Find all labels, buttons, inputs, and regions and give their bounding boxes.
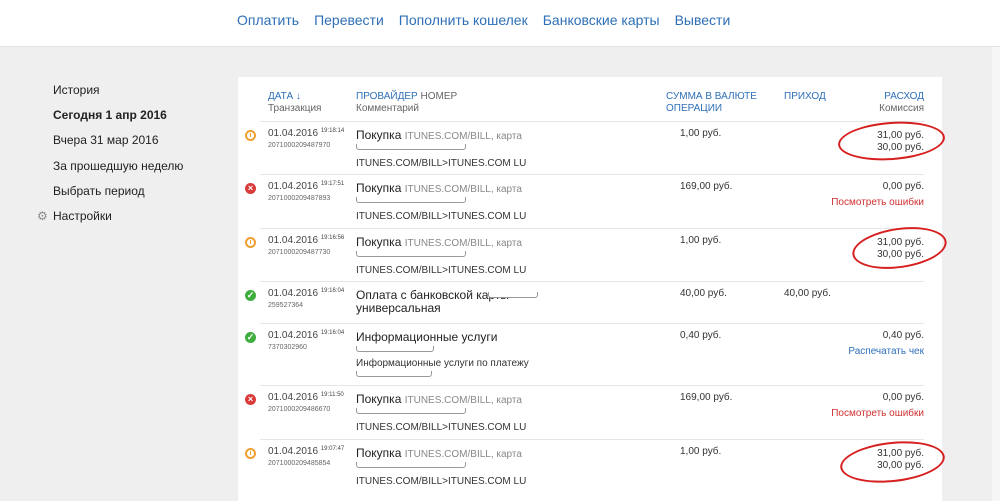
table-row[interactable]: 01.04.2016 19:16:56 2071000209487730 Пок… [245,228,924,281]
row-provider: Покупка ITUNES.COM/BILL, карта [356,446,522,461]
row-txid: 2071000209485854 [268,460,331,467]
row-sum: 1,00 руб. [680,446,722,457]
success-status-icon: ✓ [245,290,256,301]
row-txid: 7370302960 [268,344,307,351]
row-date: 01.04.2016 19:11:50 [268,392,344,403]
row-sum: 169,00 руб. [680,392,733,403]
sidebar-item-settings[interactable]: ⚙ Настройки [36,208,226,233]
row-txid: 259527364 [268,302,304,309]
gear-icon: ⚙ [37,208,48,223]
header-income[interactable]: ПРИХОД [784,91,826,103]
success-status-icon: ✓ [245,332,256,343]
nav-pay[interactable]: Оплатить [237,12,299,28]
redacted-field [356,197,466,203]
table-row[interactable]: × 01.04.2016 19:11:50 2071000209486670 П… [245,385,924,439]
header-date-label: ДАТА ↓ [268,91,301,102]
row-sum: 0,40 руб. [680,330,722,341]
row-date: 01.04.2016 19:16:04 [268,330,345,341]
nav-bank-cards[interactable]: Банковские карты [543,12,660,28]
table-row[interactable]: × 01.04.2016 19:17:51 2071000209487893 П… [245,174,924,228]
sidebar-item-history[interactable]: История [36,82,226,107]
row-sum: 1,00 руб. [680,235,722,246]
row-provider: Информационные услуги [356,330,498,344]
sidebar-item-last-week[interactable]: За прошедшую неделю [36,158,226,183]
redacted-field [356,408,466,414]
view-errors-link[interactable]: Посмотреть ошибки [831,408,924,419]
top-bar: Оплатить Перевести Пополнить кошелек Бан… [0,0,1000,47]
header-date-sub: Транзакция [268,103,322,114]
row-sum: 169,00 руб. [680,181,733,192]
view-errors-link[interactable]: Посмотреть ошибки [831,197,924,208]
sidebar-item-choose-period[interactable]: Выбрать период [36,183,226,208]
nav-transfer[interactable]: Перевести [314,12,384,28]
redacted-field [488,292,538,298]
table-row[interactable]: 01.04.2016 19:07:47 2071000209485854 Пок… [245,439,924,491]
row-sum: 40,00 руб. [680,288,727,299]
row-date: 01.04.2016 19:16:04 [268,288,345,299]
header-expense-label: РАСХОД [884,91,924,102]
row-comment: ITUNES.COM/BILL>ITUNES.COM LU [356,265,527,276]
header-sum-line1: СУММА В ВАЛЮТЕ [666,91,757,102]
history-panel: ДАТА ↓ Транзакция ПРОВАЙДЕР НОМЕР Коммен… [238,77,942,501]
error-status-icon: × [245,394,256,405]
row-expense: 0,00 руб. [882,392,924,403]
redacted-field [356,371,432,377]
row-provider: Покупка ITUNES.COM/BILL, карта [356,181,522,196]
row-txid: 2071000209487970 [268,142,331,149]
header-provider-sub: Комментарий [356,103,419,114]
row-comment: ITUNES.COM/BILL>ITUNES.COM LU [356,211,527,222]
scrollbar[interactable] [992,47,1000,501]
sidebar-item-today[interactable]: Сегодня 1 апр 2016 [36,107,226,132]
top-nav: Оплатить Перевести Пополнить кошелек Бан… [237,12,745,28]
header-provider[interactable]: ПРОВАЙДЕР НОМЕР Комментарий [356,91,457,115]
row-date: 01.04.2016 19:16:56 [268,235,345,246]
header-sum-line2: ОПЕРАЦИИ [666,103,723,114]
row-comment: ITUNES.COM/BILL>ITUNES.COM LU [356,476,527,487]
row-date: 01.04.2016 19:18:14 [268,128,345,139]
error-status-icon: × [245,183,256,194]
pending-status-icon [245,130,256,141]
sidebar-item-yesterday[interactable]: Вчера 31 мар 2016 [36,132,226,157]
header-number-label: НОМЕР [420,91,458,102]
row-income: 40,00 руб. [784,288,831,299]
row-provider: Оплата с банковской карты универсальная [356,288,509,315]
header-expense[interactable]: РАСХОД Комиссия [879,91,924,115]
redacted-field [356,144,466,150]
nav-withdraw[interactable]: Вывести [675,12,731,28]
table-row[interactable]: ✓ 01.04.2016 19:16:04 7370302960 Информа… [245,323,924,385]
row-date: 01.04.2016 19:17:51 [268,181,345,192]
print-receipt-link[interactable]: Распечатать чек [848,346,924,357]
nav-topup-wallet[interactable]: Пополнить кошелек [399,12,528,28]
row-txid: 2071000209487893 [268,195,331,202]
row-txid: 2071000209486670 [268,406,331,413]
row-expense: 0,40 руб. [882,330,924,341]
row-provider: Покупка ITUNES.COM/BILL, карта [356,128,522,143]
settings-label: Настройки [53,208,112,223]
redacted-field [356,346,434,352]
header-date[interactable]: ДАТА ↓ Транзакция [268,91,321,115]
row-comment: ITUNES.COM/BILL>ITUNES.COM LU [356,422,527,433]
table-row[interactable]: 01.04.2016 19:18:14 2071000209487970 Пок… [245,121,924,174]
row-expense: 0,00 руб. [882,181,924,192]
redacted-field [356,251,466,257]
row-comment: Информационные услуги по платежу [356,358,529,369]
table-row[interactable]: ✓ 01.04.2016 19:16:04 259527364 Оплата с… [245,281,924,323]
row-txid: 2071000209487730 [268,249,331,256]
row-provider: Покупка ITUNES.COM/BILL, карта [356,235,522,250]
redacted-field [356,462,466,468]
header-sum[interactable]: СУММА В ВАЛЮТЕ ОПЕРАЦИИ [666,91,757,115]
pending-status-icon [245,237,256,248]
sidebar: История Сегодня 1 апр 2016 Вчера 31 мар … [36,82,226,233]
row-comment: ITUNES.COM/BILL>ITUNES.COM LU [356,158,527,169]
row-date: 01.04.2016 19:07:47 [268,446,345,457]
row-sum: 1,00 руб. [680,128,722,139]
row-provider: Покупка ITUNES.COM/BILL, карта [356,392,522,407]
header-income-label: ПРИХОД [784,91,826,102]
header-provider-label: ПРОВАЙДЕР [356,91,418,102]
pending-status-icon [245,448,256,459]
header-expense-sub: Комиссия [879,103,924,114]
